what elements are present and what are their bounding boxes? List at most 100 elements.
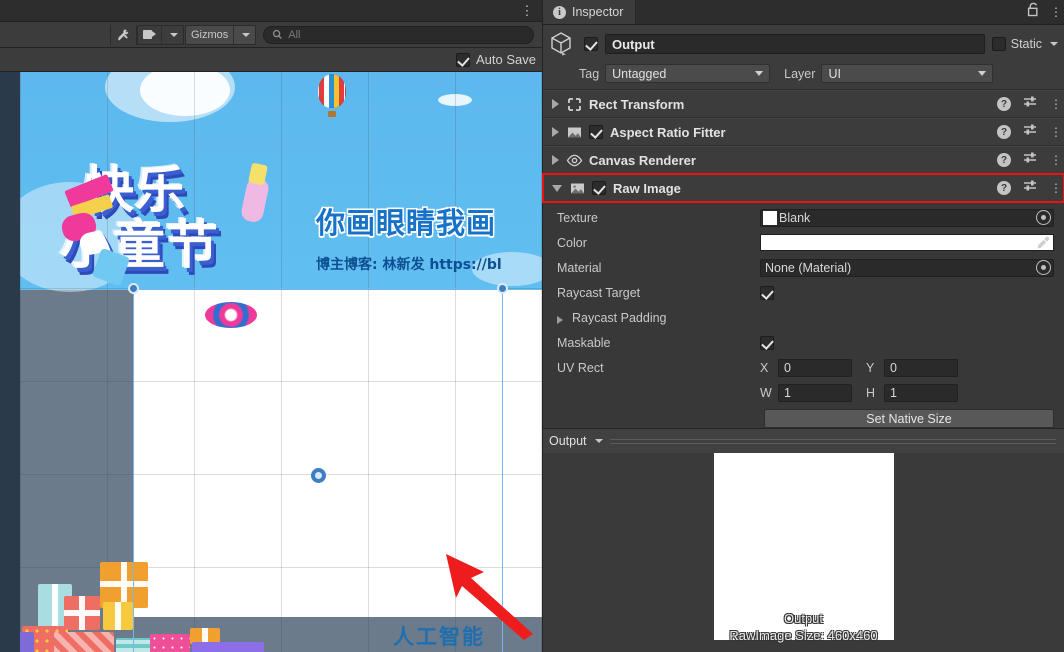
layer-value: UI: [828, 66, 841, 81]
property-material: Material None (Material): [543, 255, 1064, 280]
property-texture: Texture Blank: [543, 205, 1064, 230]
help-icon[interactable]: ?: [997, 181, 1011, 195]
uv-x-group: X 0: [760, 358, 852, 377]
component-actions: ? ⋮: [997, 151, 1062, 170]
autosave-checkbox[interactable]: [456, 52, 470, 67]
uv-w-input[interactable]: 1: [778, 383, 852, 402]
preview-header: Output: [543, 428, 1064, 453]
preset-icon-svg: [1024, 152, 1036, 162]
uv-h-input[interactable]: 1: [884, 383, 958, 402]
uv-w-value: 1: [784, 385, 791, 400]
foldout-arrow-icon[interactable]: [552, 155, 559, 165]
foldout-arrow-icon[interactable]: [552, 99, 559, 109]
hot-air-balloon-decor: [318, 74, 346, 117]
uv-y-input[interactable]: 0: [884, 358, 958, 377]
component-enabled-checkbox[interactable]: [592, 181, 606, 195]
scene-search-input[interactable]: All: [263, 25, 534, 44]
kebab-menu-icon[interactable]: ⋮: [1050, 98, 1062, 110]
raycast-target-label: Raycast Target: [557, 285, 641, 300]
object-picker-icon[interactable]: [1036, 210, 1051, 225]
uv-y-group: Y 0: [866, 358, 958, 377]
uv-w-label: W: [760, 385, 772, 400]
foldout-arrow-icon[interactable]: [552, 184, 562, 192]
object-picker-icon[interactable]: [1036, 260, 1051, 275]
kebab-menu-icon[interactable]: ⋮: [1050, 6, 1062, 18]
static-label: Static: [1010, 37, 1042, 51]
gameobject-name-input[interactable]: Output: [605, 34, 985, 54]
kebab-menu-icon[interactable]: ⋮: [1050, 126, 1062, 138]
texture-preview-swatch: [763, 210, 777, 225]
resize-handle-top-left[interactable]: [128, 283, 139, 294]
chevron-down-icon: [755, 71, 764, 76]
autosave-toggle[interactable]: Auto Save: [456, 52, 536, 67]
search-icon-svg: [273, 29, 283, 40]
uv-x-input[interactable]: 0: [778, 358, 852, 377]
gizmos-label[interactable]: Gizmos: [186, 26, 233, 44]
help-icon[interactable]: ?: [997, 125, 1011, 139]
uv-h-value: 1: [890, 385, 897, 400]
foldout-arrow-icon[interactable]: [557, 315, 563, 324]
tools-icon[interactable]: [110, 24, 137, 45]
tab-inspector-label: Inspector: [572, 5, 624, 19]
preset-sliders-icon[interactable]: [1023, 179, 1038, 198]
camera-dropdown-caret[interactable]: [161, 25, 183, 44]
eyedropper-icon[interactable]: [1036, 236, 1052, 250]
tag-dropdown[interactable]: Untagged: [605, 64, 771, 83]
raw-image-icon: [569, 180, 586, 197]
preview-dropdown[interactable]: Output: [549, 434, 603, 448]
preset-icon-svg: [1024, 180, 1036, 190]
tag-layer-row: Tag Untagged Layer UI: [549, 64, 1058, 83]
component-name: Canvas Renderer: [589, 152, 696, 168]
unity-editor-window: ⋮ Gizmos All Auto Save 快乐 小童节 你画眼睛我画 博主博…: [0, 0, 1064, 652]
kebab-menu-icon[interactable]: ⋮: [1050, 182, 1062, 194]
uv-h-label: H: [866, 385, 876, 400]
scene-camera-dropdown[interactable]: [137, 24, 184, 45]
scene-canvas[interactable]: 快乐 小童节 你画眼睛我画 博主博客: 林新发 https://bl 人工智能: [0, 72, 542, 652]
preview-area: Output RawImage Size: 460x460: [543, 453, 1064, 652]
pivot-handle[interactable]: [311, 468, 326, 483]
component-raw-image[interactable]: Raw Image ? ⋮: [542, 173, 1064, 203]
material-object-field[interactable]: None (Material): [760, 258, 1054, 277]
preview-caption: Output RawImage Size: 460x460: [543, 610, 1064, 644]
foldout-arrow-icon[interactable]: [552, 127, 559, 137]
preset-sliders-icon[interactable]: [1023, 123, 1038, 142]
gizmos-control[interactable]: Gizmos: [185, 24, 257, 45]
preset-sliders-icon[interactable]: [1023, 151, 1038, 170]
chevron-down-icon[interactable]: [233, 25, 255, 44]
chevron-down-icon[interactable]: [594, 439, 603, 443]
gift-box-decor: [64, 596, 100, 630]
set-native-size-button[interactable]: Set Native Size: [764, 409, 1054, 428]
help-icon[interactable]: ?: [997, 153, 1011, 167]
preview-caption-line2: RawImage Size: 460x460: [729, 628, 878, 643]
property-maskable: Maskable: [543, 330, 1064, 355]
preview-resize-handle[interactable]: [609, 435, 1057, 447]
material-label: Material: [557, 260, 602, 275]
static-checkbox[interactable]: [991, 37, 1006, 51]
component-aspect-ratio-fitter[interactable]: Aspect Ratio Fitter ? ⋮: [543, 118, 1064, 146]
resize-handle-top-right[interactable]: [497, 283, 508, 294]
texture-object-field[interactable]: Blank: [760, 208, 1054, 227]
tab-inspector[interactable]: i Inspector: [543, 0, 637, 24]
property-raycast-target: Raycast Target: [543, 280, 1064, 305]
gameobject-enabled-checkbox[interactable]: [584, 37, 598, 51]
component-enabled-checkbox[interactable]: [589, 125, 603, 139]
kebab-menu-icon[interactable]: ⋮: [520, 3, 534, 19]
color-swatch-field[interactable]: [760, 234, 1054, 251]
eye-icon-svg: [566, 154, 583, 166]
layer-label: Layer: [784, 66, 816, 81]
component-rect-transform[interactable]: Rect Transform ? ⋮: [543, 90, 1064, 118]
scene-view-tabbar: ⋮: [0, 0, 542, 22]
raycast-padding-label: Raycast Padding: [557, 311, 760, 325]
maskable-checkbox[interactable]: [760, 335, 774, 350]
help-icon[interactable]: ?: [997, 97, 1011, 111]
preset-icon-svg: [1024, 124, 1036, 134]
raycast-target-checkbox[interactable]: [760, 285, 774, 300]
component-canvas-renderer[interactable]: Canvas Renderer ? ⋮: [543, 146, 1064, 174]
kebab-menu-icon[interactable]: ⋮: [1050, 154, 1062, 166]
static-toggle[interactable]: Static: [991, 37, 1058, 51]
lock-icon[interactable]: [1027, 2, 1040, 22]
preset-sliders-icon[interactable]: [1023, 95, 1038, 114]
layer-dropdown[interactable]: UI: [821, 64, 994, 83]
property-raycast-padding[interactable]: Raycast Padding: [543, 305, 1064, 330]
chevron-down-icon[interactable]: [1050, 42, 1058, 46]
